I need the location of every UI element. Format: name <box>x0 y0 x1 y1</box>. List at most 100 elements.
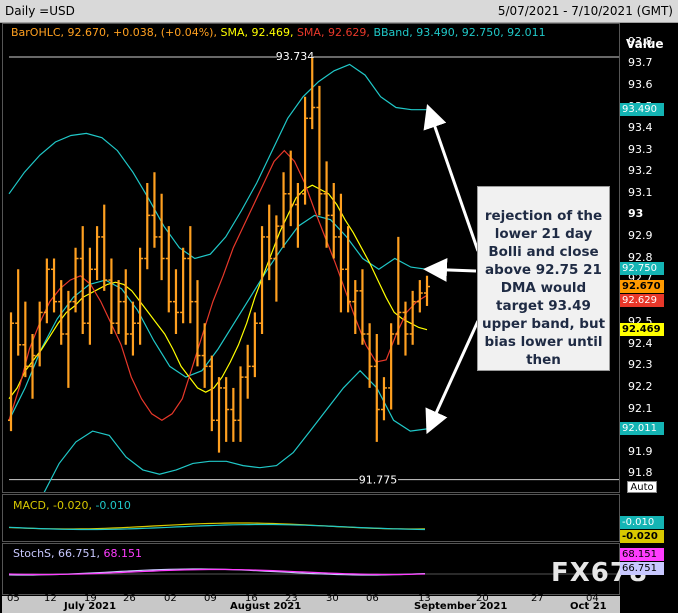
stoch-legend: StochS, 66.751, 68.151 <box>13 547 142 560</box>
y-tick-label: 93.8 <box>628 34 653 48</box>
ohlc-bar <box>151 172 158 248</box>
x-day-label: 27 <box>531 593 544 604</box>
stoch-legend-v2: 68.151 <box>103 547 143 560</box>
macd-legend-name: MACD, <box>13 499 50 512</box>
ohlc-bar <box>101 204 108 291</box>
price-legend: BarOHLC, 92.670, +0.038, (+0.04%), SMA, … <box>11 26 546 39</box>
x-day-label: 06 <box>366 593 379 604</box>
ohlc-bar <box>208 355 215 432</box>
ohlc-bar <box>373 334 380 442</box>
ohlc-bar <box>251 312 258 378</box>
ohlc-bar <box>359 269 366 345</box>
ohlc-bar <box>129 301 136 356</box>
x-day-label: 12 <box>44 593 57 604</box>
ohlc-bar <box>294 183 301 248</box>
y-tick-label: 93.6 <box>628 77 653 91</box>
ohlc-bar <box>309 57 316 130</box>
value-tag: 92.011 <box>620 421 664 435</box>
y-tick-label: 93.2 <box>628 164 653 178</box>
ohlc-bar <box>180 247 187 324</box>
y-tick-label: 91.9 <box>628 444 653 458</box>
macd-tag-1: -0.010 <box>620 516 664 529</box>
ohlc-bar <box>165 226 172 313</box>
value-tag: 92.750 <box>620 262 664 276</box>
x-day-label: 05 <box>7 593 20 604</box>
ohlc-bar <box>316 85 323 216</box>
macd-panel[interactable]: MACD, -0.020, -0.010 <box>2 494 620 542</box>
ohlc-bar <box>345 226 352 313</box>
ohlc-bar <box>194 280 201 367</box>
date-range: 5/07/2021 - 7/10/2021 (GMT) <box>497 4 673 18</box>
ohlc-bar <box>409 290 416 345</box>
macd-legend: MACD, -0.020, -0.010 <box>13 499 131 512</box>
macd-legend-v1: -0.020, <box>52 499 92 512</box>
stoch-legend-v1: 66.751, <box>58 547 101 560</box>
y-tick-label: 91.8 <box>628 466 653 480</box>
ohlc-bar <box>230 387 237 442</box>
y-tick-label: 92.3 <box>628 358 653 372</box>
chart-title: Daily =USD <box>5 4 75 18</box>
title-bar: Daily =USD 5/07/2021 - 7/10/2021 (GMT) <box>0 0 678 23</box>
value-tag: 92.670 <box>620 279 664 293</box>
ohlc-bar <box>65 290 72 388</box>
legend-sma-yellow: SMA, 92.469, <box>220 26 294 39</box>
y-tick-label: 93.1 <box>628 185 653 199</box>
high-line-label: 93.734 <box>276 50 315 63</box>
ohlc-bar <box>144 183 151 270</box>
auto-scale-button[interactable]: Auto <box>627 481 657 493</box>
ohlc-bar <box>223 377 230 442</box>
time-axis[interactable]: 05 12 19 26 02 09 16 23 30 06 13 20 27 04 July 2021 Aug… <box>2 593 620 613</box>
x-month-label: August 2021 <box>230 601 302 612</box>
y-tick-label: 92.4 <box>628 336 653 350</box>
value-tag: 93.490 <box>620 102 664 116</box>
chart-window: Daily =USD 5/07/2021 - 7/10/2021 (GMT) 9… <box>0 0 678 613</box>
ohlc-bar <box>266 204 273 281</box>
ohlc-bar <box>187 226 194 324</box>
y-tick-label: 92.1 <box>628 401 653 415</box>
ohlc-bar <box>108 258 115 334</box>
y-tick-label: 93.7 <box>628 56 653 70</box>
stoch-tag-1: 68.151 <box>620 548 664 561</box>
stoch-legend-name: StochS, <box>13 547 55 560</box>
ohlc-bar <box>158 193 165 281</box>
macd-legend-v2: -0.010 <box>95 499 131 512</box>
legend-bar: BarOHLC, 92.670, +0.038, (+0.04%), <box>11 26 217 39</box>
ohlc-bar <box>337 193 344 313</box>
y-tick-label: 92.2 <box>628 379 653 393</box>
ohlc-bar <box>86 247 93 345</box>
legend-sma-red: SMA, 92.629, <box>296 26 370 39</box>
annotation-box: rejection of the lower 21 day Bolli and … <box>477 186 610 371</box>
ohlc-bar <box>424 275 430 306</box>
legend-bband: BBand, 93.490, 92.750, 92.011 <box>373 26 546 39</box>
x-month-label: Oct 21 <box>570 601 607 612</box>
ohlc-bar <box>273 215 280 302</box>
stoch-panel[interactable]: StochS, 66.751, 68.151 FX678 <box>2 543 647 595</box>
bband-upper-line <box>8 63 427 260</box>
macd-tag-2: -0.020 <box>620 530 664 543</box>
ohlc-bar <box>244 344 251 399</box>
ohlc-bar <box>15 269 22 356</box>
value-tag: 92.469 <box>620 322 664 336</box>
ohlc-bar <box>402 301 409 356</box>
x-month-label: July 2021 <box>64 601 117 612</box>
value-tag: 92.629 <box>620 293 664 307</box>
x-day-label: 09 <box>204 593 217 604</box>
y-tick-label: 93.3 <box>628 142 653 156</box>
x-month-label: September 2021 <box>414 601 508 612</box>
annotation-arrow <box>425 320 480 435</box>
ohlc-bar <box>51 258 58 313</box>
sma-yellow-line <box>8 184 428 400</box>
ohlc-bar <box>352 280 359 334</box>
ohlc-bar <box>94 226 101 281</box>
ohlc-bar <box>395 236 402 345</box>
y-tick-label: 93.4 <box>628 121 653 135</box>
ohlc-bar <box>280 172 287 248</box>
ohlc-bar <box>237 366 244 442</box>
annotation-arrow <box>423 103 480 252</box>
ohlc-bar <box>259 226 266 334</box>
ohlc-bar <box>137 247 144 345</box>
stoch-tag-2: 66.751 <box>620 562 664 575</box>
low-line-label: 91.775 <box>359 474 398 487</box>
ohlc-bar <box>22 301 29 378</box>
ohlc-bar <box>216 377 222 453</box>
